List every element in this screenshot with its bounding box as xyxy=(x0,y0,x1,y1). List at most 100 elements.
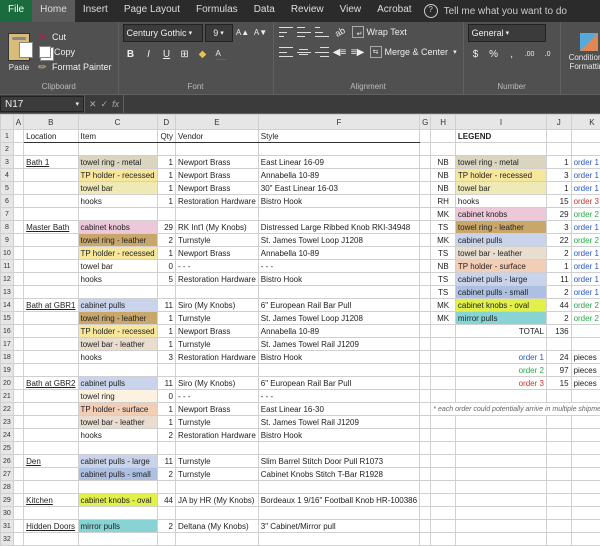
align-middle-button[interactable] xyxy=(296,24,312,40)
cell-B9[interactable] xyxy=(24,234,78,247)
row-header-18[interactable]: 18 xyxy=(1,351,14,364)
number-format-select[interactable]: General▾ xyxy=(468,24,546,42)
cell-A24[interactable] xyxy=(13,429,23,442)
cell-K32[interactable] xyxy=(571,533,600,546)
font-size-select[interactable]: 9▾ xyxy=(205,24,233,42)
cell-J10[interactable]: 2 xyxy=(546,247,571,260)
increase-decimal-button[interactable]: .00 xyxy=(522,46,538,62)
cell-J18[interactable]: 24 xyxy=(546,351,571,364)
cell-J31[interactable] xyxy=(546,520,571,533)
cell-F21[interactable]: - - - xyxy=(258,390,419,403)
cell-G27[interactable] xyxy=(420,468,431,481)
cell-F18[interactable]: Bistro Hook xyxy=(258,351,419,364)
cell-C17[interactable]: towel bar - leather xyxy=(78,338,157,351)
cell-E16[interactable]: Newport Brass xyxy=(175,325,258,338)
comma-button[interactable]: , xyxy=(504,46,520,62)
align-right-button[interactable] xyxy=(314,44,330,60)
fx-icon[interactable]: fx xyxy=(112,99,119,109)
cell-D23[interactable]: 1 xyxy=(157,416,175,429)
cell-H15[interactable]: MK xyxy=(431,312,456,325)
cell-D29[interactable]: 44 xyxy=(157,494,175,507)
row-header-25[interactable]: 25 xyxy=(1,442,14,455)
cell-E11[interactable]: - - - xyxy=(175,260,258,273)
cell-K14[interactable]: order 2 xyxy=(571,299,600,312)
row-header-19[interactable]: 19 xyxy=(1,364,14,377)
tab-insert[interactable]: Insert xyxy=(75,0,116,22)
cell-D18[interactable]: 3 xyxy=(157,351,175,364)
cell-E31[interactable]: Deltana (My Knobs) xyxy=(175,520,258,533)
select-all[interactable] xyxy=(1,115,14,130)
cell-D20[interactable]: 11 xyxy=(157,377,175,390)
row-header-17[interactable]: 17 xyxy=(1,338,14,351)
cell-K9[interactable]: order 2 xyxy=(571,234,600,247)
cell-I7[interactable]: cabinet knobs xyxy=(455,208,546,221)
cell-F19[interactable] xyxy=(258,364,419,377)
cell-J2[interactable] xyxy=(546,143,571,156)
cell-F5[interactable]: 30" East Linear 16-03 xyxy=(258,182,419,195)
cell-C4[interactable]: TP holder - recessed xyxy=(78,169,157,182)
increase-font-button[interactable]: A▲ xyxy=(235,24,251,40)
cell-I4[interactable]: TP holder - recessed xyxy=(455,169,546,182)
cell-G4[interactable] xyxy=(420,169,431,182)
italic-button[interactable]: I xyxy=(141,46,157,62)
cell-B7[interactable] xyxy=(24,208,78,221)
cell-A13[interactable] xyxy=(13,286,23,299)
cell-H22[interactable]: * each order could potentially arrive in… xyxy=(431,403,600,416)
worksheet[interactable]: ABCDEFGHIJK1LocationItemQtyVendorStyleLE… xyxy=(0,114,600,546)
cell-G8[interactable] xyxy=(420,221,431,234)
cell-B28[interactable] xyxy=(24,481,78,494)
cell-G19[interactable] xyxy=(420,364,431,377)
cell-I29[interactable] xyxy=(455,494,546,507)
cell-H26[interactable] xyxy=(431,455,456,468)
cell-B13[interactable] xyxy=(24,286,78,299)
cell-H25[interactable] xyxy=(431,442,456,455)
row-header-7[interactable]: 7 xyxy=(1,208,14,221)
cell-K18[interactable]: pieces xyxy=(571,351,600,364)
col-header-A[interactable]: A xyxy=(13,115,23,130)
cell-E24[interactable]: Restoration Hardware xyxy=(175,429,258,442)
cell-H16[interactable] xyxy=(431,325,456,338)
row-header-11[interactable]: 11 xyxy=(1,260,14,273)
cell-F7[interactable] xyxy=(258,208,419,221)
cell-D15[interactable]: 1 xyxy=(157,312,175,325)
name-box[interactable]: N17▾ xyxy=(0,96,84,112)
row-header-2[interactable]: 2 xyxy=(1,143,14,156)
cell-I32[interactable] xyxy=(455,533,546,546)
cell-A10[interactable] xyxy=(13,247,23,260)
cell-K8[interactable]: order 1 xyxy=(571,221,600,234)
cell-I27[interactable] xyxy=(455,468,546,481)
cell-E3[interactable]: Newport Brass xyxy=(175,156,258,169)
col-header-D[interactable]: D xyxy=(157,115,175,130)
cell-A5[interactable] xyxy=(13,182,23,195)
row-header-30[interactable]: 30 xyxy=(1,507,14,520)
cell-H8[interactable]: TS xyxy=(431,221,456,234)
cell-F1[interactable]: Style xyxy=(258,130,419,143)
cell-C23[interactable]: towel bar - leather xyxy=(78,416,157,429)
cell-G23[interactable] xyxy=(420,416,431,429)
tab-view[interactable]: View xyxy=(332,0,370,22)
cell-H17[interactable] xyxy=(431,338,456,351)
decrease-indent-button[interactable]: ◀≡ xyxy=(332,44,348,60)
row-header-6[interactable]: 6 xyxy=(1,195,14,208)
cell-H19[interactable] xyxy=(431,364,456,377)
col-header-G[interactable]: G xyxy=(420,115,431,130)
row-header-12[interactable]: 12 xyxy=(1,273,14,286)
cell-J7[interactable]: 29 xyxy=(546,208,571,221)
fill-color-button[interactable]: ◆ xyxy=(195,46,211,62)
cell-J28[interactable] xyxy=(546,481,571,494)
cell-B3[interactable]: Bath 1 xyxy=(24,156,78,169)
cell-C14[interactable]: cabinet pulls xyxy=(78,299,157,312)
cell-A32[interactable] xyxy=(13,533,23,546)
cell-C20[interactable]: cabinet pulls xyxy=(78,377,157,390)
cell-F11[interactable]: - - - xyxy=(258,260,419,273)
cell-C3[interactable]: towel ring - metal xyxy=(78,156,157,169)
cell-J27[interactable] xyxy=(546,468,571,481)
format-painter-button[interactable]: Format Painter xyxy=(37,61,114,73)
cell-A8[interactable] xyxy=(13,221,23,234)
cell-A3[interactable] xyxy=(13,156,23,169)
cell-I16[interactable]: TOTAL xyxy=(455,325,546,338)
cell-A16[interactable] xyxy=(13,325,23,338)
cell-B12[interactable] xyxy=(24,273,78,286)
cell-D14[interactable]: 11 xyxy=(157,299,175,312)
increase-indent-button[interactable]: ≡▶ xyxy=(350,44,366,60)
